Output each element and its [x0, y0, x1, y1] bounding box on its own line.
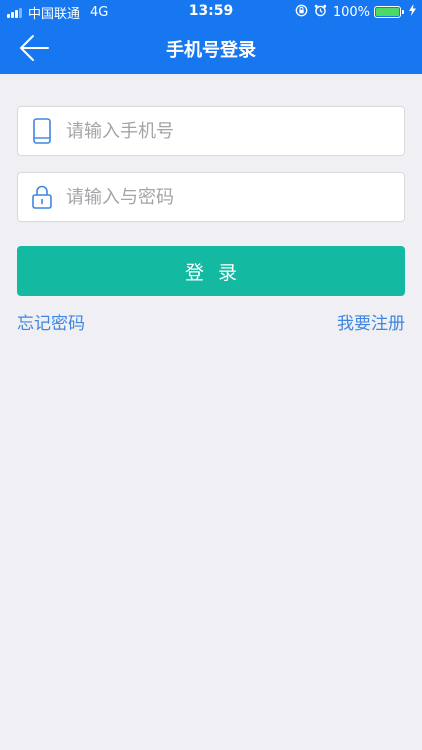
battery-percent: 100% — [332, 4, 370, 20]
header: 中国联通 4G 13:59 100% 手机号登录 — [0, 0, 422, 74]
page-title: 手机号登录 — [166, 40, 256, 61]
login-button[interactable]: 登录 — [17, 246, 405, 296]
password-field — [17, 172, 405, 222]
forgot-password-link[interactable]: 忘记密码 — [17, 309, 85, 334]
phone-input[interactable] — [66, 111, 386, 151]
status-right: 100% — [295, 4, 416, 20]
alarm-icon — [314, 4, 327, 21]
status-bar: 中国联通 4G 13:59 100% — [0, 0, 422, 24]
charging-icon — [409, 4, 416, 20]
login-screen: 中国联通 4G 13:59 100% 手机号登录 请输入手机号 登录 忘记密码 … — [0, 0, 422, 750]
lock-icon — [18, 173, 66, 221]
register-link[interactable]: 我要注册 — [337, 309, 405, 334]
battery-icon — [374, 6, 404, 18]
rotation-lock-icon — [295, 4, 308, 21]
phone-icon — [18, 107, 66, 155]
password-input[interactable] — [66, 177, 386, 217]
phone-field — [17, 106, 405, 156]
nav-bar: 手机号登录 — [0, 24, 422, 72]
